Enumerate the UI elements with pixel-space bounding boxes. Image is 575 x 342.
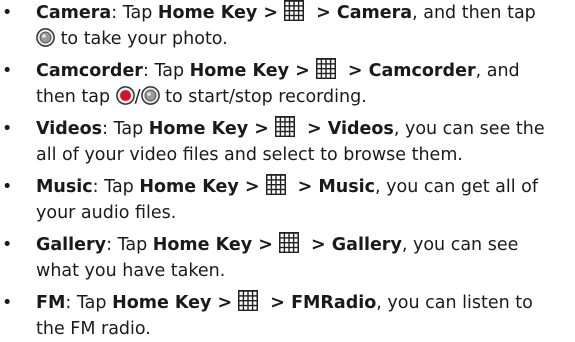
home-key-label: Home Key >	[139, 177, 260, 197]
apps-grid-icon	[315, 58, 336, 79]
apps-grid-icon	[238, 290, 259, 311]
camera-shutter-icon	[140, 86, 160, 105]
item-title: Camera	[36, 3, 112, 23]
bullet: •	[2, 61, 13, 81]
target-label: > Videos	[300, 119, 394, 139]
apps-grid-icon	[278, 232, 299, 253]
bullet: •	[2, 3, 13, 23]
target-label: > FMRadio	[264, 293, 377, 313]
item-title: Gallery	[36, 235, 107, 255]
record-icon	[115, 86, 135, 105]
bullet: •	[2, 177, 13, 197]
target-label: > Camcorder	[341, 61, 476, 81]
bullet: •	[2, 119, 13, 139]
apps-grid-icon	[284, 0, 305, 21]
home-key-label: Home Key >	[148, 119, 269, 139]
item-title: FM	[36, 293, 66, 313]
item-title: Camcorder	[36, 61, 143, 81]
item-title: Music	[36, 177, 93, 197]
feature-list: • Camera: Tap Home Key > > Camera, and t…	[0, 0, 575, 341]
apps-grid-icon	[265, 174, 286, 195]
target-label: > Camera	[310, 3, 413, 23]
apps-grid-icon	[274, 116, 295, 137]
home-key-label: Home Key >	[112, 293, 233, 313]
bullet: •	[2, 293, 13, 313]
home-key-label: Home Key >	[152, 235, 273, 255]
bullet: •	[2, 235, 13, 255]
item-title: Videos	[36, 119, 103, 139]
camera-shutter-icon	[36, 28, 55, 47]
home-key-label: Home Key >	[157, 3, 279, 23]
target-label: > Gallery	[304, 235, 402, 255]
target-label: > Music	[291, 177, 376, 197]
home-key-label: Home Key >	[189, 61, 310, 81]
